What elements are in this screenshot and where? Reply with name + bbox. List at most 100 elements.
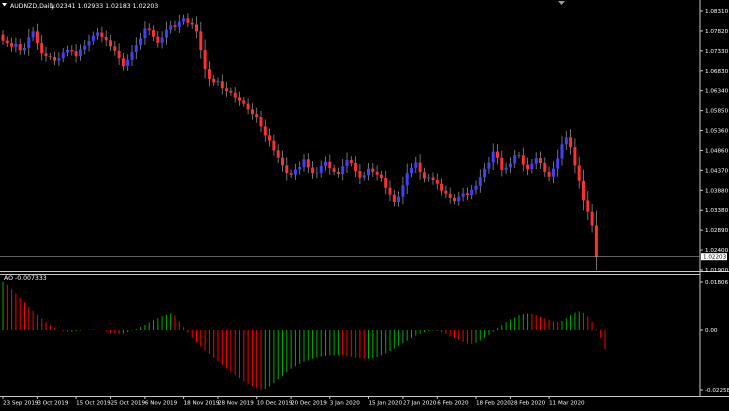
current-price-line: 1.02203 [0,253,727,261]
candle-body [487,162,491,169]
candle-body [91,35,95,42]
candle-body [478,177,482,186]
candle-body [379,174,383,178]
candle-body [96,32,100,36]
candle-body [461,193,465,197]
candle-body [83,45,87,50]
triangle-down-icon[interactable] [2,3,7,7]
time-tick-label: 15 Jan 2020 [369,401,403,407]
candle-body [457,196,461,202]
candle-body [139,38,143,46]
candle-body [513,155,517,164]
candle-body [306,159,310,168]
price-tick-label: 1.01900 [705,268,729,274]
chart-shift-marker-icon[interactable] [558,1,565,5]
candle-body [474,185,478,190]
candle-body [285,165,289,174]
candle-body [569,137,573,148]
candle-body [53,56,57,61]
candle-body [207,69,211,79]
candle-body [354,162,358,172]
candle-body [109,40,112,47]
candle-body [551,168,555,177]
candle-body [147,28,151,31]
candle-body [435,180,439,184]
candle-body [371,168,375,172]
time-tick-label: 27 Jan 2020 [403,401,437,407]
time-tick-label: 3 Oct 2019 [37,401,68,407]
candle-body [229,91,233,93]
candle-body [311,167,315,174]
candle-body [414,162,418,168]
candle-body [556,158,560,169]
candle-body [164,29,168,38]
price-tick-label: 1.02400 [705,248,729,254]
candle-body [504,167,508,170]
candle-body [427,177,431,179]
candlestick-series [1,13,598,271]
candle-body [255,114,259,118]
candle-body [156,36,160,43]
candle-body [293,169,297,175]
price-axis[interactable]: 1.08310 1.07820 1.07330 1.06830 1.06340 1.058… [700,9,729,274]
candle-body [315,172,319,174]
candle-body [259,117,263,127]
time-tick-label: 6 Feb 2020 [437,401,469,407]
candle-body [121,58,125,66]
candle-body [491,151,495,163]
ao-histogram [2,281,606,391]
candle-body [225,88,229,92]
candle-body [590,211,594,226]
candle-body [104,37,108,41]
candle-body [388,187,392,195]
candle-body [173,25,177,27]
candle-body [440,183,444,191]
candle-body [10,43,14,47]
chart-canvas[interactable]: AUDNZD,Daily 1.02341 1.02933 1.02183 1.0… [0,0,729,409]
candle-body [526,164,530,170]
candle-body [61,52,65,59]
chart-title: AUDNZD,Daily [10,3,55,10]
candle-body [14,43,18,47]
candle-body [5,40,9,44]
ohlc-readout: 1.02341 1.02933 1.02183 1.02203 [50,3,158,10]
price-tick-label: 1.07330 [705,49,729,55]
time-tick-label: 20 Dec 2019 [291,401,327,407]
candle-body [281,157,284,166]
indicator-axis: 0.01806 0.00 -0.02258 [700,280,729,394]
candle-body [35,31,39,44]
candle-body [203,50,207,70]
candle-body [117,50,121,59]
candle-body [23,48,26,51]
indicator-title: AO -0.007333 [4,275,47,282]
candle-body [78,49,82,57]
candle-body [517,155,521,157]
candle-body [272,140,276,151]
candle-body [582,180,585,201]
candle-body [289,173,293,175]
candle-body [220,81,224,89]
candle-body [500,157,504,170]
candle-body [57,58,61,61]
candle-body [384,178,388,188]
price-tick-label: 1.03380 [705,208,729,214]
candle-body [543,162,547,172]
time-axis[interactable]: 23 Sep 20193 Oct 2019 15 Oct 2019 25 Oct 2… [2,396,585,407]
candle-body [134,45,138,53]
candle-body [564,137,568,145]
candle-body [586,200,590,212]
chart-window[interactable]: AUDNZD,Daily 1.02341 1.02933 1.02183 1.0… [0,0,729,409]
price-tick-label: 1.08310 [705,9,729,15]
price-tick-label: 1.05360 [705,129,729,135]
candle-body [392,194,396,202]
candle-body [521,155,525,165]
candle-body [130,52,134,60]
candle-body [152,30,155,37]
candle-body [560,144,564,159]
time-tick-label: 18 Feb 2020 [476,401,511,407]
candle-body [177,21,181,27]
candle-body [48,56,52,57]
price-tick-label: 1.04860 [705,148,729,154]
candle-body [483,168,487,178]
candle-body [66,50,69,53]
